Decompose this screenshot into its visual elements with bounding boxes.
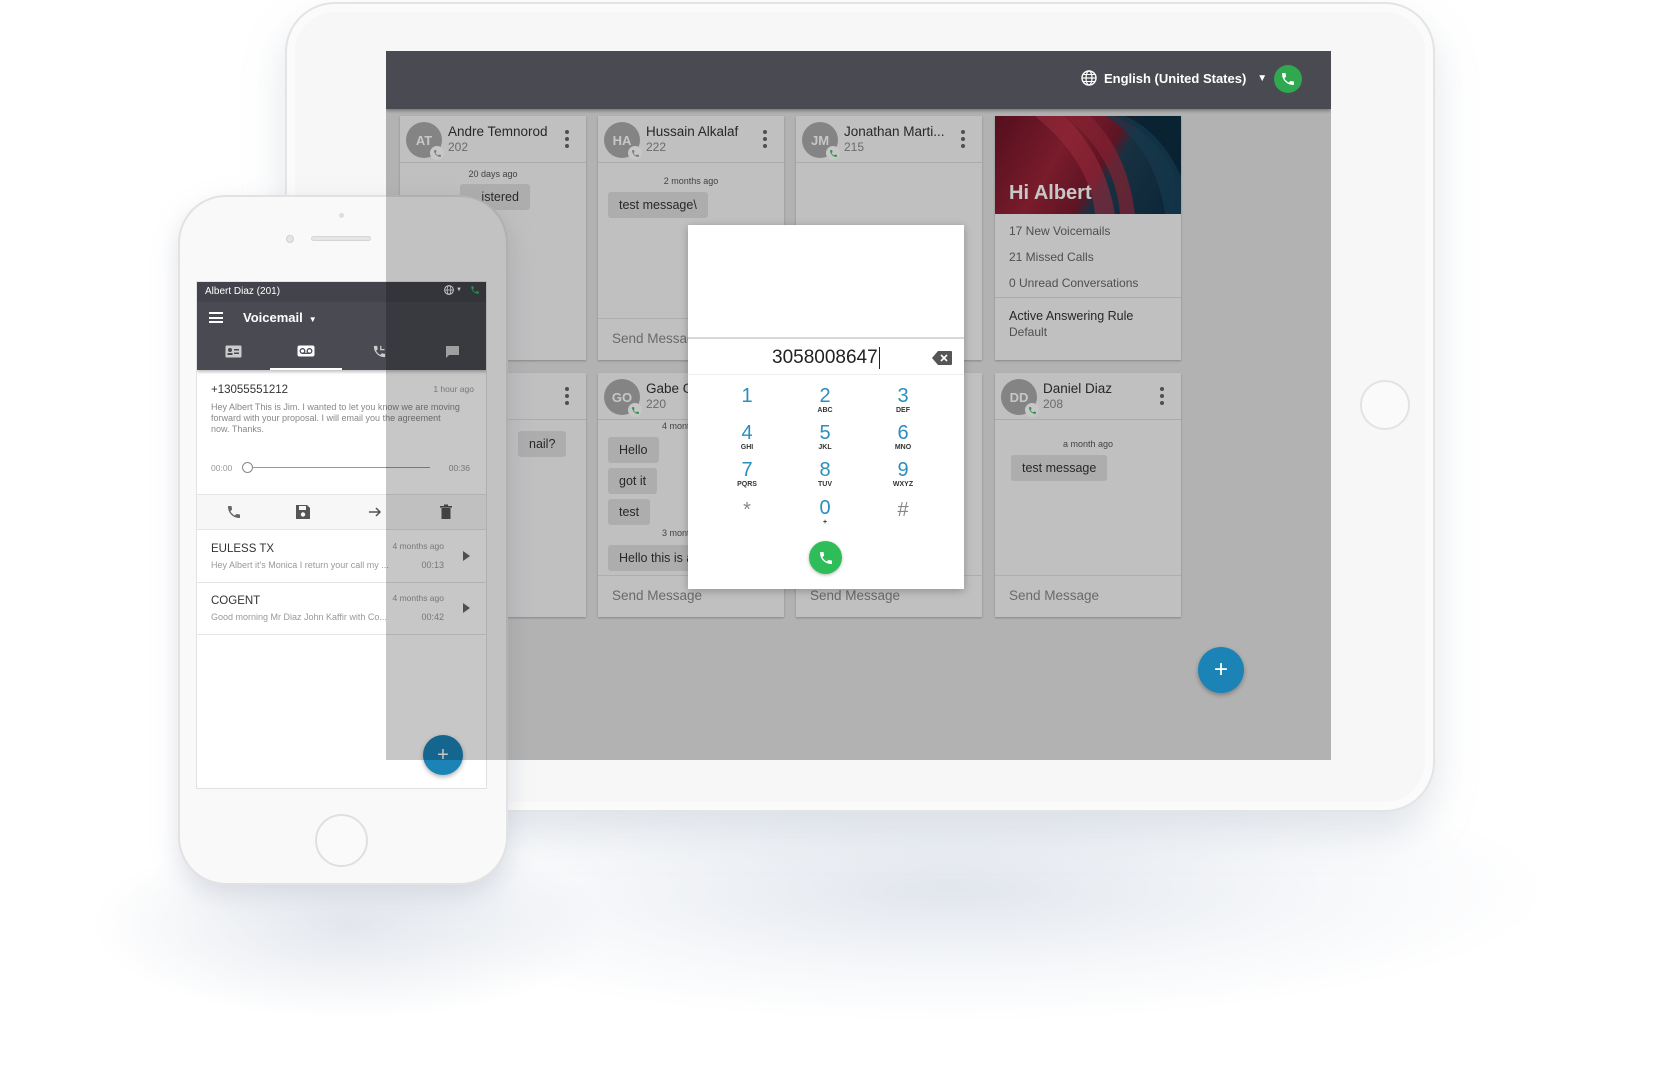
call-history-icon xyxy=(373,345,385,358)
tablet-header: English (United States) ▼ xyxy=(386,51,1331,109)
phone-icon xyxy=(819,551,832,564)
dial-key-7[interactable]: 7 PQRS xyxy=(717,459,777,495)
user-name: Albert Diaz (201) xyxy=(205,286,281,297)
language-label: English (United States) xyxy=(1104,70,1247,86)
chevron-down-icon: ▼ xyxy=(1257,72,1268,84)
phone-sensor xyxy=(339,213,344,218)
menu-icon[interactable] xyxy=(209,312,223,323)
forward-icon[interactable] xyxy=(367,504,383,520)
tab-contacts[interactable] xyxy=(197,333,269,370)
dial-call-button[interactable] xyxy=(809,541,842,574)
dial-key-0[interactable]: 0 + xyxy=(795,497,855,533)
phone-icon[interactable] xyxy=(226,504,242,520)
caller-name: EULESS TX xyxy=(211,543,275,555)
tab-voicemail[interactable] xyxy=(270,333,342,370)
contacts-icon xyxy=(225,345,241,358)
dial-key-9[interactable]: 9 WXYZ xyxy=(873,459,933,495)
save-icon[interactable] xyxy=(295,504,311,520)
phone-speaker xyxy=(311,236,371,241)
dial-key-5[interactable]: 5 JKL xyxy=(795,422,855,458)
language-selector[interactable]: English (United States) ▼ xyxy=(1081,70,1267,86)
dialed-number: 3058008647 xyxy=(772,347,880,369)
dial-key-4[interactable]: 4 GHI xyxy=(717,422,777,458)
playback-handle[interactable] xyxy=(242,462,253,473)
chevron-down-icon: ▼ xyxy=(308,315,317,324)
voicemail-preview: Hey Albert it's Monica I return your cal… xyxy=(211,560,389,570)
phone-icon xyxy=(1282,73,1294,85)
call-status-button[interactable] xyxy=(1274,65,1302,93)
section-selector[interactable]: Voicemail ▼ xyxy=(243,310,317,325)
dial-key-2[interactable]: 2 ABC xyxy=(795,385,855,421)
dial-key-3[interactable]: 3 DEF xyxy=(873,385,933,421)
phone-home-button xyxy=(315,814,368,867)
dial-key-8[interactable]: 8 TUV xyxy=(795,459,855,495)
dial-key-6[interactable]: 6 MNO xyxy=(873,422,933,458)
tablet-home-button xyxy=(1360,380,1410,430)
tablet-screen: English (United States) ▼ AT Andre Temno… xyxy=(386,51,1331,760)
caller-name: COGENT xyxy=(211,595,261,607)
dial-number-field[interactable]: 3058008647 xyxy=(688,337,964,375)
dial-pad: 3058008647 1 2 ABC 3 DEF 4 GHI 5 JKL 6 MNO 7P… xyxy=(688,225,964,589)
dial-key-star[interactable]: * xyxy=(717,499,777,535)
backspace-icon[interactable] xyxy=(932,351,952,365)
playback-start: 00:00 xyxy=(211,463,233,473)
add-button[interactable]: + xyxy=(1198,647,1244,693)
voicemail-preview: Good morning Mr Diaz John Kaffir with Co… xyxy=(211,612,387,622)
section-title: Voicemail xyxy=(243,310,303,325)
voicemail-icon xyxy=(297,345,315,356)
dial-key-hash[interactable]: # xyxy=(873,499,933,535)
dial-key-1[interactable]: 1 xyxy=(717,385,777,421)
globe-icon xyxy=(1081,70,1097,86)
phone-camera xyxy=(286,235,294,243)
voicemail-number: +13055551212 xyxy=(211,384,289,396)
